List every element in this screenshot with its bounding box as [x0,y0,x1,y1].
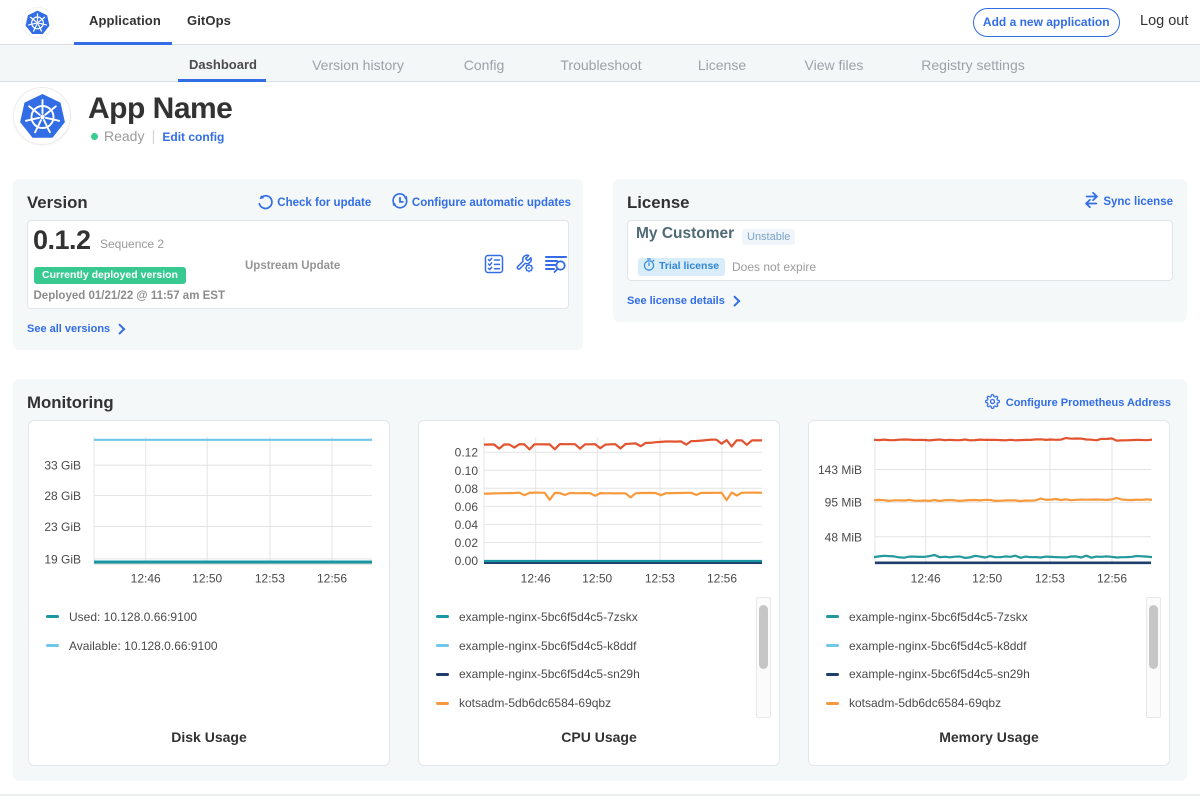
svg-text:0.08: 0.08 [455,482,479,496]
svg-text:12:46: 12:46 [911,572,941,586]
svg-text:12:56: 12:56 [1097,572,1127,586]
svg-text:12:56: 12:56 [707,572,737,586]
svg-text:12:46: 12:46 [521,572,551,586]
svg-text:23 GiB: 23 GiB [44,520,81,534]
svg-text:0.06: 0.06 [455,500,479,514]
svg-text:0.10: 0.10 [455,464,479,478]
svg-text:0.04: 0.04 [455,518,479,532]
svg-text:12:56: 12:56 [317,572,347,586]
svg-text:12:46: 12:46 [131,572,161,586]
svg-text:0.12: 0.12 [455,446,479,460]
svg-text:143 MiB: 143 MiB [818,463,862,477]
svg-text:28 GiB: 28 GiB [44,489,81,503]
svg-text:12:53: 12:53 [255,572,285,586]
svg-text:12:53: 12:53 [645,572,675,586]
svg-text:95 MiB: 95 MiB [825,496,862,510]
svg-text:12:50: 12:50 [972,572,1002,586]
svg-text:33 GiB: 33 GiB [44,459,81,473]
svg-text:48 MiB: 48 MiB [825,530,862,544]
svg-text:12:50: 12:50 [192,572,222,586]
svg-text:12:53: 12:53 [1035,572,1065,586]
svg-text:0.02: 0.02 [455,536,479,550]
svg-text:19 GiB: 19 GiB [44,552,81,566]
svg-text:12:50: 12:50 [582,572,612,586]
svg-text:0.00: 0.00 [455,554,479,568]
